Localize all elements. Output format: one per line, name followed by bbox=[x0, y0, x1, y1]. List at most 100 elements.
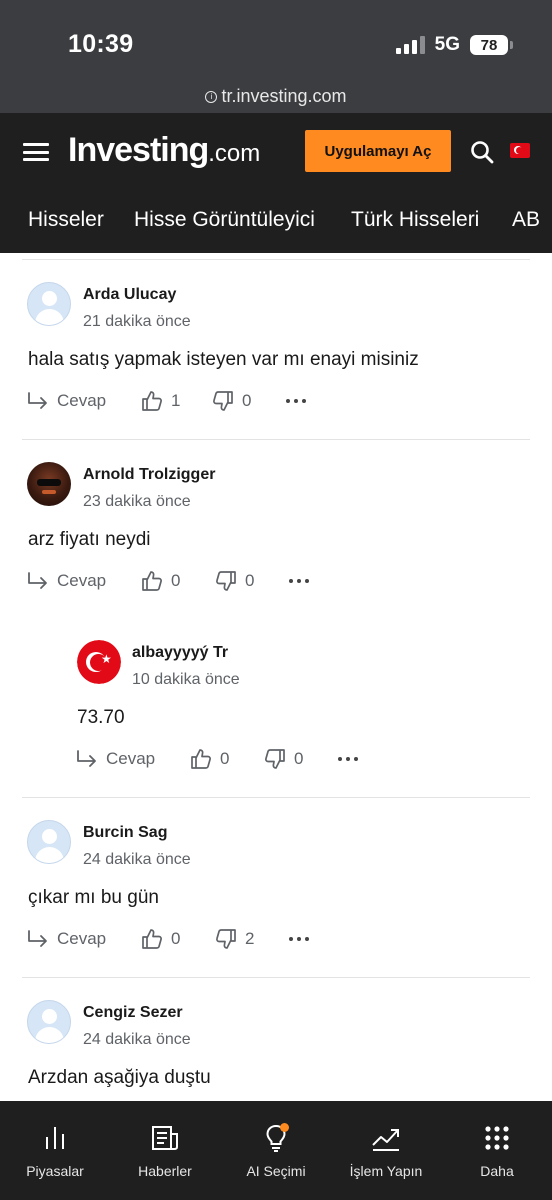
tab-ai-secimi[interactable]: AI Seçimi bbox=[221, 1101, 331, 1200]
comment-text: arz fiyatı neydi bbox=[28, 529, 151, 550]
status-indicators: 5G 78 bbox=[395, 34, 513, 56]
tab-islem-yapin[interactable]: İşlem Yapın bbox=[331, 1101, 441, 1200]
info-icon: i bbox=[205, 90, 218, 103]
thumbs-down-icon bbox=[216, 571, 236, 591]
comment-author[interactable]: Cengiz Sezer bbox=[83, 1004, 183, 1022]
reply-button[interactable]: Cevap bbox=[27, 927, 106, 951]
reply-label: Cevap bbox=[57, 929, 107, 948]
category-nav: Hisseler Hisse Görüntüleyici Türk Hissel… bbox=[0, 190, 552, 253]
lightbulb-icon bbox=[261, 1123, 291, 1153]
comment-actions: Cevap 0 0 bbox=[0, 747, 552, 771]
reply-button[interactable]: Cevap bbox=[76, 747, 155, 771]
tab-label: Piyasalar bbox=[26, 1163, 84, 1179]
reply-button[interactable]: Cevap bbox=[27, 569, 106, 593]
tab-haberler[interactable]: Haberler bbox=[110, 1101, 220, 1200]
comment-text: çıkar mı bu gün bbox=[28, 887, 159, 908]
site-header: Investing.com Uygulamayı Aç bbox=[0, 113, 552, 190]
like-button[interactable]: 1 bbox=[141, 389, 180, 413]
like-button[interactable]: 0 bbox=[190, 747, 229, 771]
more-options-icon[interactable] bbox=[289, 569, 309, 593]
thumbs-down-icon bbox=[213, 391, 233, 411]
thumbs-down-icon bbox=[216, 929, 236, 949]
tab-daha[interactable]: Daha bbox=[442, 1101, 552, 1200]
comment-actions: Cevap 0 0 bbox=[0, 569, 552, 593]
comment-author[interactable]: albayyyyý Tr bbox=[132, 644, 228, 662]
comment-text: 73.70 bbox=[77, 707, 125, 728]
comment-text: hala satış yapmak isteyen var mı enayi m… bbox=[28, 349, 419, 370]
battery-level: 78 bbox=[480, 36, 498, 54]
thumbs-up-icon bbox=[191, 749, 211, 769]
grid-icon bbox=[485, 1126, 509, 1150]
url-text: tr.investing.com bbox=[221, 86, 347, 106]
thumbs-up-icon bbox=[142, 929, 162, 949]
nav-item-hisse-goruntuleyici[interactable]: Hisse Görüntüleyici bbox=[134, 208, 315, 232]
tab-label: İşlem Yapın bbox=[349, 1163, 423, 1179]
news-icon bbox=[152, 1126, 178, 1150]
signal-icon bbox=[395, 36, 425, 54]
nav-item-turk-hisseleri[interactable]: Türk Hisseleri bbox=[351, 208, 479, 232]
comment-author[interactable]: Arnold Trolzigger bbox=[83, 466, 215, 484]
hamburger-menu-icon[interactable] bbox=[23, 143, 49, 161]
battery-icon: 78 bbox=[470, 35, 513, 55]
comment-time: 23 dakika önce bbox=[83, 493, 191, 510]
like-count: 1 bbox=[171, 391, 181, 410]
comment-item: Burcin Sag 24 dakika önce çıkar mı bu gü… bbox=[0, 798, 552, 978]
comment-item: Arnold Trolzigger 23 dakika önce arz fiy… bbox=[0, 440, 552, 620]
bar-chart-icon bbox=[46, 1127, 64, 1149]
dislike-count: 0 bbox=[294, 749, 304, 768]
like-count: 0 bbox=[171, 929, 181, 948]
url-bar[interactable]: i tr.investing.com bbox=[0, 80, 552, 113]
nav-item-ab[interactable]: AB bbox=[512, 208, 540, 232]
thumbs-up-icon bbox=[142, 571, 162, 591]
like-button[interactable]: 0 bbox=[141, 927, 180, 951]
network-type: 5G bbox=[434, 34, 460, 55]
comment-time: 24 dakika önce bbox=[83, 851, 191, 868]
reply-item: ★ albayyyyý Tr 10 dakika önce 73.70 Ceva… bbox=[0, 618, 552, 798]
open-app-button[interactable]: Uygulamayı Aç bbox=[305, 130, 451, 172]
investing-logo[interactable]: Investing.com bbox=[68, 131, 260, 170]
more-options-icon[interactable] bbox=[286, 389, 306, 413]
default-avatar-icon[interactable] bbox=[27, 1000, 71, 1044]
reply-label: Cevap bbox=[57, 391, 107, 410]
comment-author[interactable]: Arda Ulucay bbox=[83, 286, 176, 304]
more-options-icon[interactable] bbox=[289, 927, 309, 951]
dislike-count: 0 bbox=[242, 391, 252, 410]
dislike-button[interactable]: 0 bbox=[212, 389, 251, 413]
comment-text: Arzdan aşağiya duştu bbox=[28, 1067, 211, 1088]
reply-button[interactable]: Cevap bbox=[27, 389, 106, 413]
comment-item: Arda Ulucay 21 dakika önce hala satış ya… bbox=[0, 260, 552, 440]
tab-piyasalar[interactable]: Piyasalar bbox=[0, 1101, 110, 1200]
turkish-flag-avatar[interactable]: ★ bbox=[77, 640, 121, 684]
logo-main: Investing bbox=[68, 131, 209, 169]
status-bar: 10:39 5G 78 bbox=[0, 0, 552, 80]
reply-label: Cevap bbox=[106, 749, 156, 768]
dislike-button[interactable]: 2 bbox=[215, 927, 254, 951]
reply-label: Cevap bbox=[57, 571, 107, 590]
comment-actions: Cevap 1 0 bbox=[0, 389, 552, 413]
like-button[interactable]: 0 bbox=[141, 569, 180, 593]
dislike-count: 0 bbox=[245, 571, 255, 590]
reply-icon bbox=[28, 392, 47, 409]
dislike-button[interactable]: 0 bbox=[215, 569, 254, 593]
comment-actions: Cevap 0 2 bbox=[0, 927, 552, 951]
comment-time: 21 dakika önce bbox=[83, 313, 191, 330]
comment-time: 24 dakika önce bbox=[83, 1031, 191, 1048]
comment-item: Cengiz Sezer 24 dakika önce Arzdan aşaği… bbox=[0, 978, 552, 1101]
default-avatar-icon[interactable] bbox=[27, 282, 71, 326]
reply-icon bbox=[28, 572, 47, 589]
trend-icon bbox=[372, 1129, 399, 1151]
turkey-flag-icon[interactable] bbox=[510, 143, 530, 158]
photo-avatar[interactable] bbox=[27, 462, 71, 506]
dislike-button[interactable]: 0 bbox=[264, 747, 303, 771]
nav-item-hisseler[interactable]: Hisseler bbox=[28, 208, 104, 232]
more-options-icon[interactable] bbox=[338, 747, 358, 771]
bottom-tab-bar: Piyasalar Haberler AI Seçimi İşlem Yapın… bbox=[0, 1101, 552, 1200]
reply-icon bbox=[77, 750, 96, 767]
reply-icon bbox=[28, 930, 47, 947]
thumbs-up-icon bbox=[142, 391, 162, 411]
comment-time: 10 dakika önce bbox=[132, 671, 240, 688]
default-avatar-icon[interactable] bbox=[27, 820, 71, 864]
tab-label: Daha bbox=[480, 1163, 514, 1179]
search-icon[interactable] bbox=[470, 140, 494, 164]
comment-author[interactable]: Burcin Sag bbox=[83, 824, 167, 842]
